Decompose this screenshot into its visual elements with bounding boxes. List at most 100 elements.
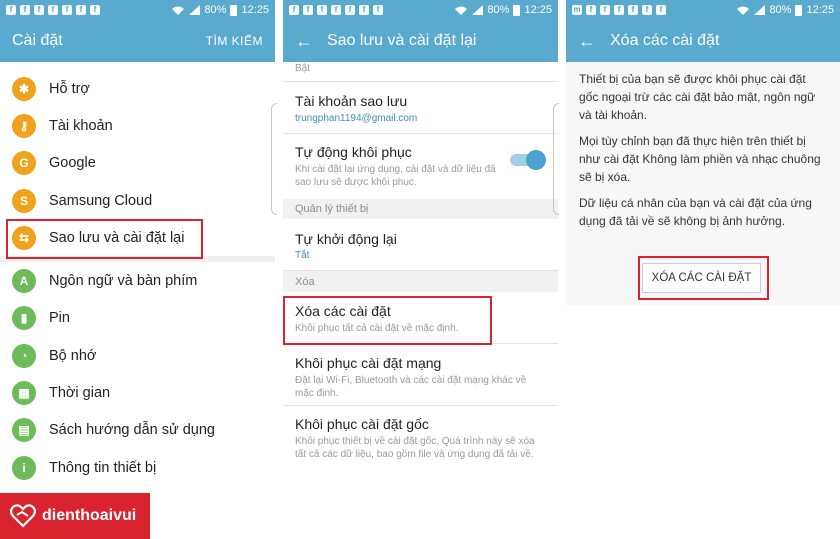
auto-restart-title: Tự khởi động lại — [295, 231, 397, 247]
samsung-cloud-icon: S — [12, 188, 36, 213]
auto-restore-switch[interactable] — [510, 150, 546, 170]
settings-item[interactable]: ◔ Bộ nhớ — [0, 337, 275, 374]
highlight-backup-item — [6, 219, 203, 259]
factory-reset-row[interactable]: Khôi phục cài đặt gốc Khôi phục thiết bị… — [283, 406, 558, 481]
facebook-icon: f — [600, 5, 610, 15]
reset-network-desc: Đặt lại Wi-Fi, Bluetooth và các cài đặt … — [295, 375, 527, 399]
facebook-icon: f — [614, 5, 624, 15]
status-bar: f f f f f f f 80% 12:25 — [283, 0, 558, 20]
brand-logo: dienthoaivui — [0, 493, 150, 539]
info-icon: i — [12, 455, 36, 480]
backup-account-row[interactable]: Tài khoản sao lưu trungphan1194@gmail.co… — [283, 82, 558, 134]
signal-icon — [472, 5, 484, 15]
factory-reset-desc: Khôi phục thiết bị về cài đặt gốc. Quá t… — [295, 436, 535, 460]
notification-icons: m f f f f f f — [572, 5, 666, 15]
wifi-icon — [455, 6, 468, 15]
backup-toggle-fragment: Bật — [283, 62, 558, 82]
accessibility-icon: ✱ — [12, 76, 36, 101]
settings-item-label: Hỗ trợ — [49, 80, 90, 97]
section-header-device: Quản lý thiết bị — [283, 199, 558, 219]
wifi-icon — [737, 6, 750, 15]
facebook-icon: f — [20, 5, 30, 15]
status-bar: f f f f f f f 80% 12:25 — [0, 0, 275, 20]
settings-item[interactable]: i Thông tin thiết bị — [0, 449, 275, 486]
settings-item[interactable]: ⚷ Tài khoản — [0, 107, 275, 144]
factory-reset-title: Khôi phục cài đặt gốc — [295, 416, 429, 432]
settings-item[interactable]: ✱ Hỗ trợ — [0, 70, 275, 107]
language-icon: A — [12, 269, 36, 294]
wifi-icon — [172, 6, 185, 15]
settings-item-label: Tài khoản — [49, 117, 113, 134]
backup-account-title: Tài khoản sao lưu — [295, 93, 408, 109]
facebook-icon: f — [317, 5, 327, 15]
clock: 12:25 — [806, 4, 834, 16]
facebook-icon: f — [359, 5, 369, 15]
manual-icon: ▤ — [12, 418, 36, 443]
battery-icon — [230, 4, 238, 16]
google-icon: G — [12, 151, 36, 176]
auto-restart-row[interactable]: Tự khởi động lại Tắt — [283, 219, 558, 271]
settings-item[interactable]: ▤ Sách hướng dẫn sử dụng — [0, 412, 275, 449]
auto-restore-row[interactable]: Tự động khôi phục Khi cài đặt lại ứng dụ… — [283, 134, 558, 199]
facebook-icon: f — [303, 5, 313, 15]
battery-percent: 80% — [204, 4, 227, 16]
settings-item-label: Google — [49, 155, 96, 172]
facebook-icon: f — [628, 5, 638, 15]
info-paragraph-3: Dữ liệu cá nhân của bạn và cài đặt của ứ… — [579, 196, 812, 228]
settings-list: ✱ Hỗ trợ ⚷ Tài khoản G Google S Samsung Cloud ⇆ S… — [0, 70, 275, 486]
key-icon: ⚷ — [12, 113, 36, 138]
app-bar: ← Xóa các cài đặt — [566, 20, 840, 62]
facebook-icon: f — [373, 5, 383, 15]
settings-item-label: Sách hướng dẫn sử dụng — [49, 422, 215, 439]
clock: 12:25 — [524, 4, 552, 16]
settings-item-label: Samsung Cloud — [49, 192, 153, 209]
facebook-icon: f — [642, 5, 652, 15]
auto-restore-desc: Khi cài đặt lại ứng dụng, cài đặt và dữ … — [295, 164, 496, 188]
reset-info-text: Thiết bị của bạn sẽ được khôi phục cài đ… — [566, 70, 840, 230]
settings-item[interactable]: S Samsung Cloud — [0, 182, 275, 219]
info-paragraph-2: Mọi tùy chỉnh bạn đã thực hiện trên thiế… — [579, 134, 821, 184]
settings-item-label: Bộ nhớ — [49, 347, 97, 364]
back-arrow-icon[interactable]: ← — [578, 31, 596, 52]
memory-icon: ◔ — [12, 343, 36, 368]
facebook-icon: f — [656, 5, 666, 15]
auto-restart-value: Tắt — [295, 250, 310, 261]
clock: 12:25 — [241, 4, 269, 16]
settings-item[interactable]: ▦ Thời gian — [0, 374, 275, 411]
handshake-heart-icon — [10, 504, 36, 528]
page-title: Sao lưu và cài đặt lại — [327, 32, 477, 49]
search-button[interactable]: TÌM KIẾM — [206, 34, 263, 48]
calendar-icon: ▦ — [12, 381, 36, 406]
brand-name: dienthoaivui — [42, 507, 137, 524]
page-title: Cài đặt — [12, 32, 63, 49]
facebook-icon: f — [6, 5, 16, 15]
battery-icon — [513, 4, 521, 16]
settings-item[interactable]: G Google — [0, 145, 275, 182]
facebook-icon: f — [586, 5, 596, 15]
facebook-icon: f — [62, 5, 72, 15]
scroll-edge-hint — [271, 103, 277, 215]
switch-knob — [526, 150, 546, 170]
signal-icon — [189, 5, 201, 15]
messenger-icon: m — [572, 5, 582, 15]
app-bar: Cài đặt TÌM KIẾM — [0, 20, 275, 62]
settings-item-label: Pin — [49, 310, 70, 327]
reset-network-row[interactable]: Khôi phục cài đặt mạng Đặt lại Wi-Fi, Bl… — [283, 344, 558, 406]
backup-reset-panel: f f f f f f f 80% 12:25 ← Sao lưu và cài… — [283, 0, 558, 488]
notification-icons: f f f f f f f — [289, 5, 383, 15]
battery-icon: ▮ — [12, 306, 36, 331]
backup-state: Bật — [295, 63, 311, 74]
settings-item[interactable]: ▮ Pin — [0, 300, 275, 337]
settings-item[interactable]: A Ngôn ngữ và bàn phím — [0, 262, 275, 299]
battery-percent: 80% — [769, 4, 792, 16]
reset-network-title: Khôi phục cài đặt mạng — [295, 355, 442, 371]
scroll-edge-hint — [553, 103, 559, 215]
settings-item-label: Thời gian — [49, 385, 111, 402]
notification-icons: f f f f f f f — [6, 5, 100, 15]
highlight-reset-settings — [283, 296, 492, 345]
facebook-icon: f — [76, 5, 86, 15]
facebook-icon: f — [289, 5, 299, 15]
status-bar: m f f f f f f 80% 12:25 — [566, 0, 840, 20]
back-arrow-icon[interactable]: ← — [295, 31, 313, 52]
app-bar: ← Sao lưu và cài đặt lại — [283, 20, 558, 62]
